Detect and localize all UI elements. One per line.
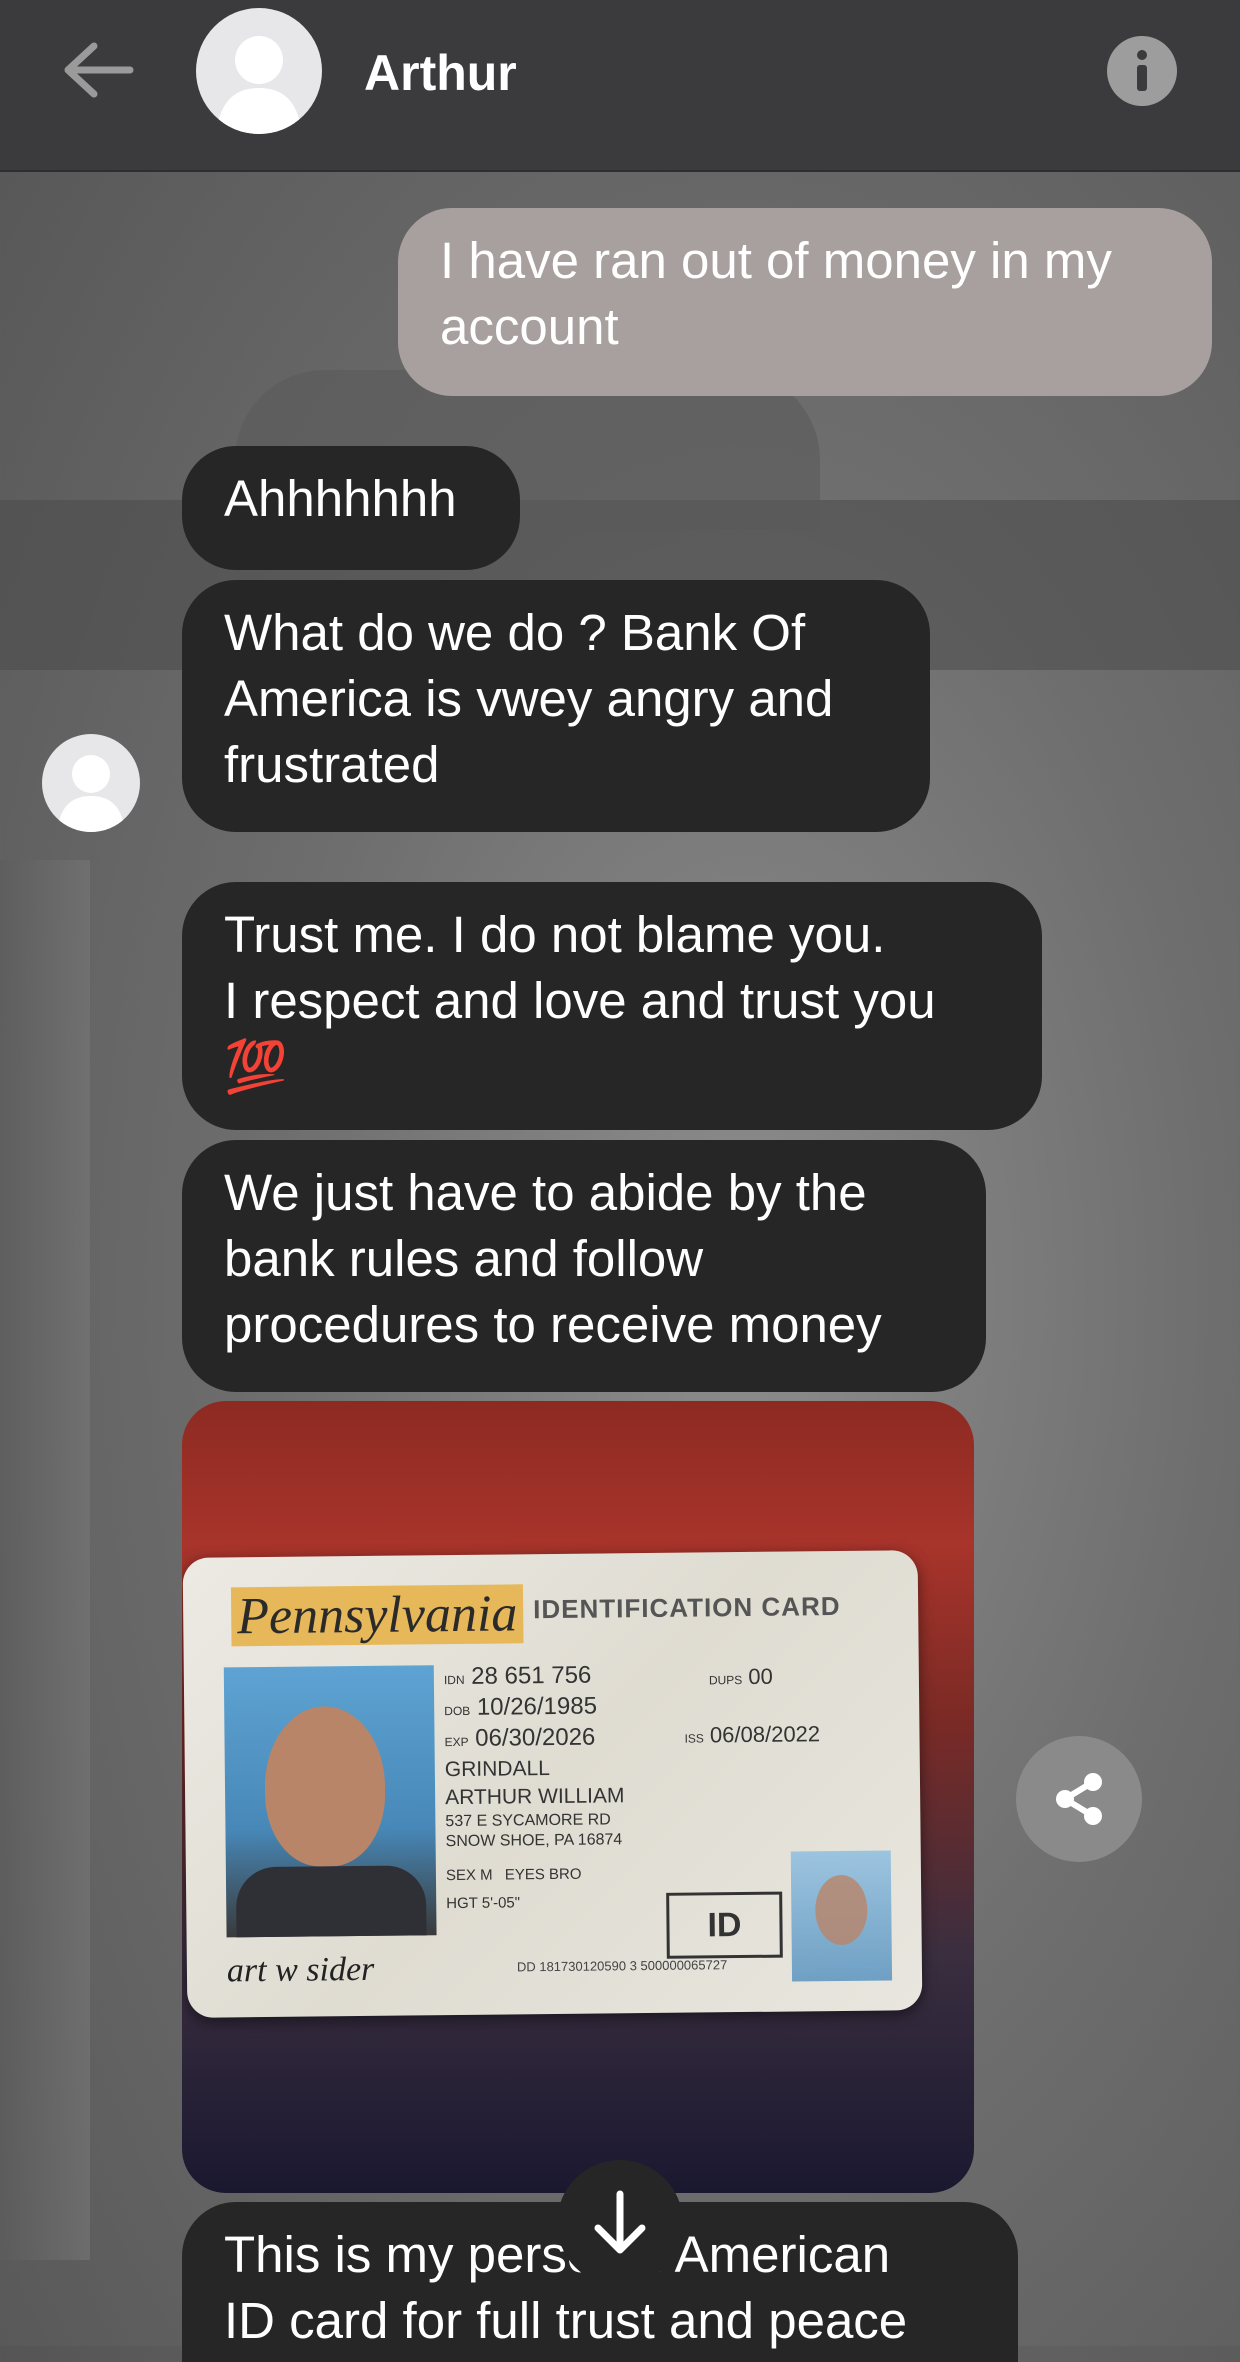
- message-bubble-incoming[interactable]: Trust me. I do not blame you. I respect …: [182, 882, 1042, 1130]
- id-field-label: HGT: [446, 1894, 478, 1913]
- image-attachment[interactable]: Pennsylvania IDENTIFICATION CARD IDN 28 …: [182, 1401, 974, 2193]
- id-field-label: DOB: [444, 1703, 471, 1719]
- id-ghost-photo: [790, 1850, 893, 1982]
- id-dups-value: 00: [748, 1663, 773, 1689]
- id-photo: [223, 1665, 437, 1938]
- id-field-label: ISS: [684, 1731, 704, 1746]
- message-text: We just have to abide by the: [224, 1164, 867, 1221]
- id-eyes: BRO: [548, 1865, 582, 1884]
- message-text: America is vwey angry and: [224, 670, 834, 727]
- share-button[interactable]: [1016, 1736, 1142, 1862]
- message-text: bank rules and follow: [224, 1230, 704, 1287]
- id-sex: M: [480, 1866, 493, 1884]
- id-fields: IDN 28 651 756 DOB 10/26/1985 EXP 06/30/…: [444, 1661, 626, 1918]
- avatar[interactable]: [196, 8, 322, 134]
- message-text: ID card for full trust and peace: [224, 2292, 908, 2349]
- id-signature: art w sider: [226, 1950, 375, 1990]
- message-text: Ahhhhhhh: [224, 470, 457, 527]
- id-height: 5'-05": [481, 1894, 521, 1912]
- info-icon[interactable]: [1107, 36, 1177, 106]
- id-field-label: DUPS: [708, 1673, 743, 1688]
- arrow-left-icon[interactable]: [58, 40, 138, 100]
- id-number: 28 651 756: [471, 1661, 592, 1690]
- id-card-image: Pennsylvania IDENTIFICATION CARD IDN 28 …: [182, 1550, 923, 2018]
- id-exp: 06/30/2026: [475, 1723, 596, 1752]
- id-first-name: ARTHUR WILLIAM: [445, 1784, 625, 1810]
- id-address-line: 537 E SYCAMORE RD: [445, 1811, 611, 1831]
- id-field-label: EXP: [444, 1734, 469, 1750]
- id-field-label: SEX: [445, 1866, 477, 1885]
- id-dd-number: DD 181730120590 3 500000065727: [516, 1957, 728, 1975]
- id-badge: ID: [666, 1891, 783, 1959]
- message-bubble-outgoing[interactable]: I have ran out of money in my account: [398, 208, 1212, 396]
- message-bubble-incoming[interactable]: We just have to abide by the bank rules …: [182, 1140, 986, 1392]
- message-text: I have ran out of money in my: [440, 232, 1112, 289]
- background-shape: [0, 860, 90, 2260]
- message-bubble-incoming[interactable]: Ahhhhhhh: [182, 446, 520, 570]
- message-text: procedures to receive money: [224, 1296, 882, 1353]
- id-card-title: IDENTIFICATION CARD: [533, 1590, 841, 1625]
- id-address-line: SNOW SHOE, PA 16874: [445, 1831, 623, 1851]
- message-text: What do we do ? Bank Of: [224, 604, 806, 661]
- message-text: frustrated: [224, 736, 440, 793]
- contact-name[interactable]: Arthur: [364, 44, 517, 102]
- id-state: Pennsylvania: [230, 1584, 524, 1647]
- avatar[interactable]: [42, 734, 140, 832]
- message-text: I respect and love and trust you: [224, 972, 936, 1029]
- id-iss-value: 06/08/2022: [709, 1721, 821, 1748]
- id-dups: DUPS 00: [709, 1664, 773, 1691]
- message-text: account: [440, 298, 619, 355]
- id-last-name: GRINDALL: [444, 1757, 550, 1782]
- scroll-to-bottom-button[interactable]: [557, 2160, 683, 2286]
- arrow-down-icon: [594, 2190, 646, 2254]
- id-field-label: EYES: [504, 1866, 545, 1884]
- id-dob: 10/26/1985: [476, 1692, 598, 1721]
- id-iss: ISS 06/08/2022: [684, 1721, 820, 1748]
- hundred-emoji: 💯: [224, 1038, 288, 1095]
- id-field-label: IDN: [443, 1672, 465, 1688]
- share-icon: [1056, 1773, 1102, 1825]
- conversation-header: Arthur: [0, 0, 1240, 172]
- message-bubble-incoming[interactable]: What do we do ? Bank Of America is vwey …: [182, 580, 930, 832]
- message-text: Trust me. I do not blame you.: [224, 906, 886, 963]
